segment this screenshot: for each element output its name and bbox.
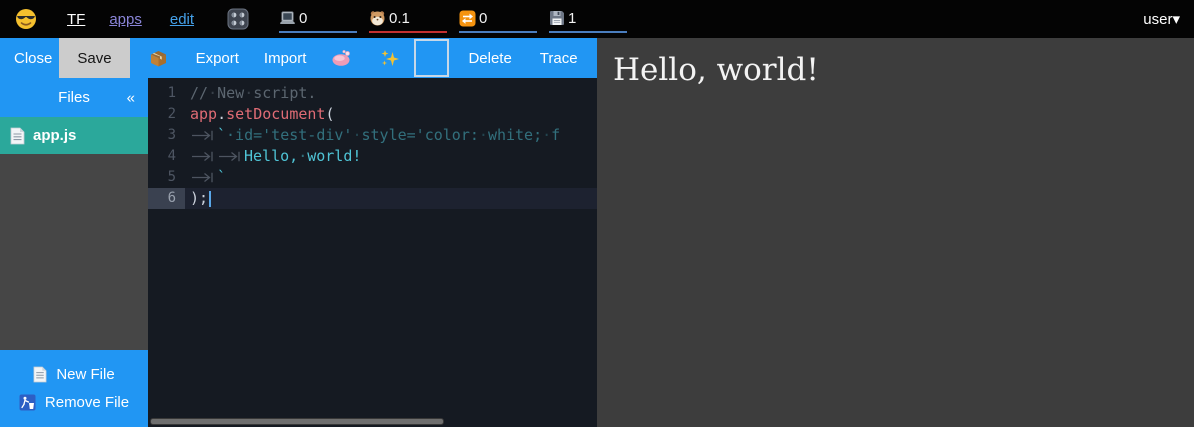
close-button[interactable]: Close	[14, 50, 52, 67]
brand-link[interactable]: TF	[67, 11, 85, 28]
code-token-comment: //·New·script.	[190, 83, 316, 104]
repeat-icon	[459, 10, 476, 27]
line-number: 6	[148, 188, 185, 209]
code-line: 4 Hello,·world!	[148, 146, 597, 167]
trace-button[interactable]: Trace	[540, 50, 578, 67]
import-button[interactable]: Import	[264, 50, 307, 67]
soap-icon[interactable]	[332, 49, 352, 67]
empty-toolbar-button[interactable]	[414, 39, 449, 77]
sunglasses-face-icon[interactable]	[15, 8, 37, 30]
code-line: 3 `·id='test-div'·style='color:·white;·f	[148, 125, 597, 146]
code-token-string: `·id='test-div'·style='color:·white;·f	[217, 125, 560, 146]
sparkles-icon[interactable]	[380, 48, 400, 68]
remove-file-button[interactable]: Remove File	[0, 394, 148, 411]
preview-text: Hello, world!	[613, 52, 819, 88]
package-icon[interactable]	[149, 49, 168, 68]
user-menu[interactable]: user▾	[1143, 10, 1180, 28]
file-item-appjs[interactable]: app.js	[0, 117, 148, 154]
stat-value: 0.1	[389, 10, 410, 27]
code-line: 5 `	[148, 167, 597, 188]
stat-value: 1	[568, 10, 576, 27]
new-file-label: New File	[56, 366, 114, 383]
code-token-variable: app	[190, 104, 217, 125]
remove-file-icon	[19, 394, 36, 411]
sidebar-empty-space	[0, 154, 148, 350]
files-title: Files	[58, 89, 90, 106]
collapse-sidebar-button[interactable]: «	[127, 89, 135, 106]
line-number: 5	[148, 167, 185, 188]
hamster-icon	[369, 10, 386, 26]
stat-field-laptop[interactable]: 0	[279, 5, 357, 33]
save-button[interactable]: Save	[59, 38, 129, 78]
code-token-string: `	[217, 167, 226, 188]
line-number: 2	[148, 104, 185, 125]
stat-field-floppy[interactable]: 1	[549, 5, 627, 33]
nav-link-apps[interactable]: apps	[109, 11, 142, 28]
code-token-string: Hello,·world!	[244, 146, 361, 167]
text-cursor	[209, 191, 211, 207]
tab-indicator-icon	[191, 130, 216, 141]
stat-value: 0	[479, 10, 487, 27]
nav-link-edit[interactable]: edit	[170, 11, 194, 28]
code-editor[interactable]: 1 //·New·script. 2 app.setDocument( 3 `·…	[148, 78, 597, 427]
tab-indicator-icon	[191, 172, 216, 183]
delete-button[interactable]: Delete	[468, 50, 511, 67]
stat-field-repeat[interactable]: 0	[459, 5, 537, 33]
line-number: 3	[148, 125, 185, 146]
topbar: TF apps edit 0	[0, 0, 1194, 38]
remove-file-label: Remove File	[45, 394, 129, 411]
code-token-method: setDocument	[226, 104, 325, 125]
main-area: Close Save Export Import	[0, 38, 1194, 427]
new-file-button[interactable]: New File	[0, 366, 148, 383]
line-number: 1	[148, 83, 185, 104]
stat-field-hamster[interactable]: 0.1	[369, 5, 447, 33]
export-button[interactable]: Export	[196, 50, 239, 67]
files-header: Files «	[0, 78, 148, 117]
file-name: app.js	[33, 127, 76, 144]
new-file-icon	[33, 366, 47, 383]
code-line: 2 app.setDocument(	[148, 104, 597, 125]
floppy-icon	[549, 10, 565, 26]
tab-indicator-icon	[218, 151, 243, 162]
app-preview-pane: Hello, world!	[597, 38, 1194, 427]
code-line: 1 //·New·script.	[148, 83, 597, 104]
sidebar-actions: New File Remove File	[0, 350, 148, 427]
document-icon	[10, 127, 25, 145]
code-token-punctuation: );	[190, 188, 208, 209]
code-token-punctuation: (	[325, 104, 334, 125]
stat-value: 0	[299, 10, 307, 27]
line-number: 4	[148, 146, 185, 167]
laptop-icon	[279, 11, 296, 26]
tab-indicator-icon	[191, 151, 216, 162]
files-sidebar: Files « app.js	[0, 78, 148, 427]
horizontal-scrollbar-thumb[interactable]	[150, 418, 444, 425]
editor-toolbar: Close Save Export Import	[0, 38, 597, 78]
dice-icon[interactable]	[227, 8, 249, 30]
code-token-punctuation: .	[217, 104, 226, 125]
code-line-active: 6 );	[148, 188, 597, 209]
